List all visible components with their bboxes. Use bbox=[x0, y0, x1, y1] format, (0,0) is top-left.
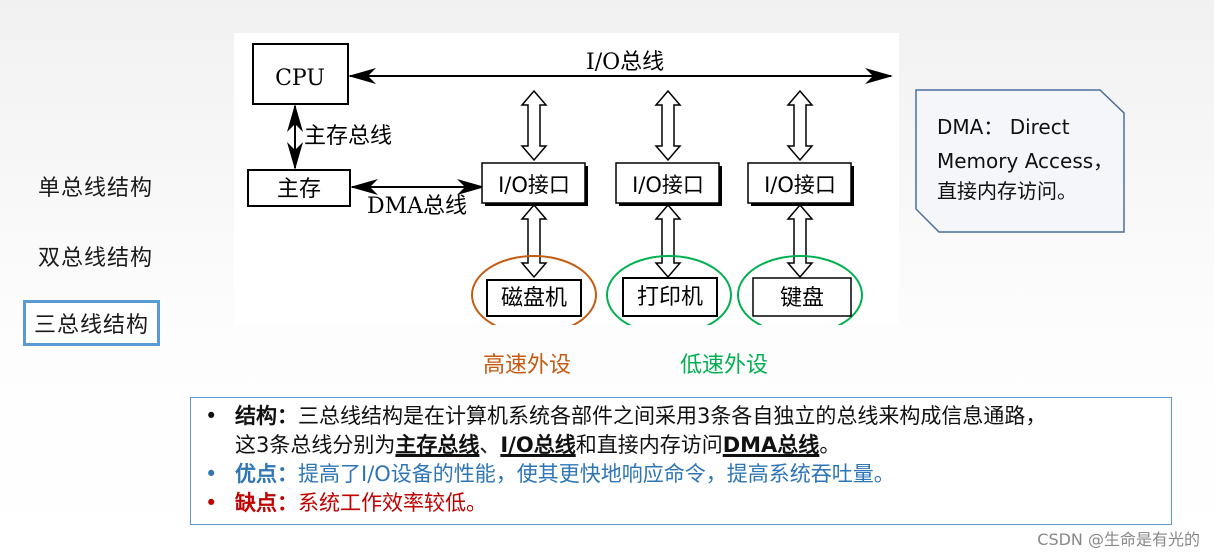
io-bus-link-arrow bbox=[520, 89, 548, 162]
note-structure: • 结构：三总线结构是在计算机系统各部件之间采用3条各自独立的总线来构成信息通路… bbox=[201, 402, 1171, 460]
callout-line: 直接内存访问。 bbox=[937, 179, 1077, 203]
cpu-label: CPU bbox=[275, 66, 325, 91]
io-interface-label: I/O接口 bbox=[498, 173, 570, 197]
io-interface-label: I/O接口 bbox=[764, 173, 836, 197]
nav-item-dual-bus[interactable]: 双总线结构 bbox=[38, 240, 153, 272]
note-text: 。 bbox=[819, 433, 841, 457]
three-bus-diagram: CPU 主存 主存总线 I/O总线 DMA总线 I/O接口 I/O接口 I/O接口 … bbox=[234, 33, 899, 335]
note-text: 三总线结构是在计算机系统各部件之间采用3条各自独立的总线来构成信息通路， bbox=[298, 404, 1047, 428]
io-interface-label: I/O接口 bbox=[632, 173, 704, 197]
io-bus-link-arrow bbox=[786, 89, 814, 162]
device-link-arrow bbox=[654, 203, 682, 279]
keyboard-label: 键盘 bbox=[780, 286, 824, 311]
term-io-bus: I/O总线 bbox=[500, 433, 576, 457]
note-pros: • 优点：提高了I/O设备的性能，使其更快地响应命令，提高系统吞吐量。 bbox=[201, 460, 1171, 489]
io-bus-link-arrow bbox=[654, 89, 682, 162]
dma-bus-label: DMA总线 bbox=[367, 194, 467, 219]
note-text: 提高了I/O设备的性能，使其更快地响应命令，提高系统吞吐量。 bbox=[298, 462, 895, 486]
device-link-arrow bbox=[786, 203, 814, 279]
bullet-icon: • bbox=[205, 491, 218, 515]
watermark: CSDN @生命是有光的 bbox=[1037, 530, 1200, 549]
dma-callout-text: DMA： Direct Memory Access， 直接内存访问。 bbox=[937, 110, 1127, 208]
memory-label: 主存 bbox=[277, 177, 321, 202]
note-text: 系统工作效率较低。 bbox=[298, 491, 487, 515]
note-label: 优点： bbox=[235, 462, 298, 486]
note-text: 这3条总线分别为 bbox=[235, 433, 396, 457]
note-label: 结构： bbox=[235, 404, 298, 428]
io-bus-label: I/O总线 bbox=[586, 50, 664, 75]
memory-bus-label: 主存总线 bbox=[304, 124, 392, 149]
callout-line: Memory Access， bbox=[937, 149, 1114, 173]
term-memory-bus: 主存总线 bbox=[395, 433, 480, 457]
notes-box: • 结构：三总线结构是在计算机系统各部件之间采用3条各自独立的总线来构成信息通路… bbox=[190, 397, 1172, 525]
device-link-arrow bbox=[520, 203, 548, 279]
bullet-icon: • bbox=[205, 462, 218, 486]
term-dma-bus: DMA总线 bbox=[722, 433, 820, 457]
note-text: 和直接内存访问 bbox=[575, 433, 723, 457]
high-speed-label: 高速外设 bbox=[483, 353, 572, 378]
callout-line: DMA： Direct bbox=[937, 115, 1070, 139]
disk-label: 磁盘机 bbox=[501, 286, 567, 311]
low-speed-label: 低速外设 bbox=[680, 353, 769, 378]
note-text: 、 bbox=[479, 433, 501, 457]
nav-item-triple-bus[interactable]: 三总线结构 bbox=[23, 300, 161, 346]
note-cons: • 缺点：系统工作效率较低。 bbox=[201, 489, 1171, 518]
diagram-svg: CPU 主存 主存总线 I/O总线 DMA总线 I/O接口 I/O接口 I/O接口 … bbox=[247, 43, 893, 335]
note-label: 缺点： bbox=[235, 491, 298, 515]
nav-item-single-bus[interactable]: 单总线结构 bbox=[38, 170, 153, 202]
printer-label: 打印机 bbox=[637, 285, 703, 310]
bullet-icon: • bbox=[205, 404, 218, 428]
